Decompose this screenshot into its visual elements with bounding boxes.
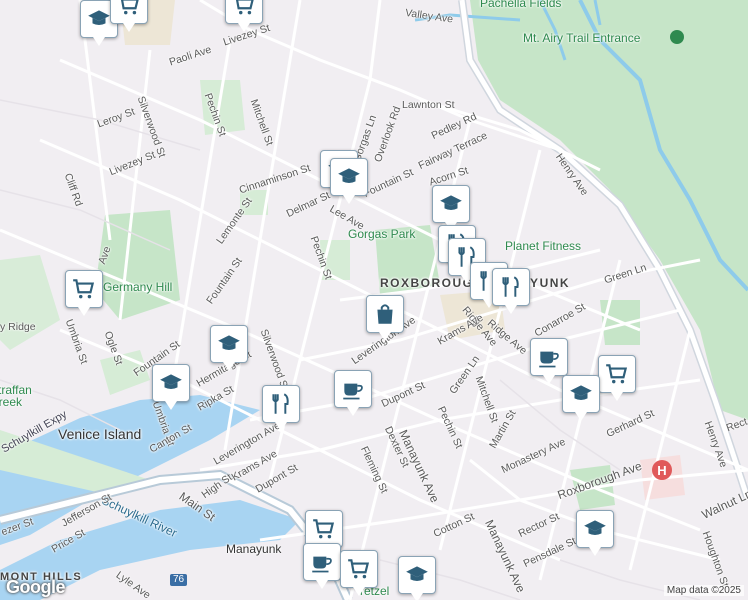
cafe-icon [312,556,332,573]
poi-pin-cart[interactable] [65,270,103,316]
label-germany-hill: Germany Hill [103,280,173,294]
school-icon [160,374,182,389]
poi-pin-restaurant[interactable] [262,385,300,431]
poi-pin-school[interactable] [330,158,368,204]
label-pachella-fields: Pachella Fields [480,0,562,10]
poi-pin-cafe[interactable] [303,543,341,589]
poi-pin-cafe[interactable] [334,370,372,416]
shopping-bag-icon [377,304,393,324]
label-rector-ridge: y Ridge [0,321,36,333]
poi-pin-cafe[interactable] [530,338,568,384]
cart-icon [73,279,95,299]
hospital-icon[interactable]: H [652,460,672,480]
poi-pin-school[interactable] [562,375,600,421]
map-canvas[interactable]: H Pachella Fields Valley Ave Mt. Airy Tr… [0,0,748,600]
map-attribution: Map data ©2025 [663,585,744,596]
label-mt-airy-trail: Mt. Airy Trail Entrance [523,31,641,45]
poi-pin-school[interactable] [152,364,190,410]
label-gorgas-park: Gorgas Park [348,227,416,241]
cart-icon [313,519,335,539]
google-logo: Google [6,577,66,597]
hospital-symbol: H [657,462,667,478]
school-icon [584,520,606,535]
poi-pin-restaurant[interactable] [492,268,530,314]
label-lawnton-st: Lawnton St [402,99,455,111]
poi-pin-cart[interactable] [110,0,148,32]
poi-pin-shopping-bag[interactable] [366,295,404,341]
label-planet-fitness: Planet Fitness [505,239,582,253]
poi-pin-school[interactable] [398,556,436,600]
poi-pin-cart[interactable] [598,355,636,401]
poi-pin-cart[interactable] [340,550,378,596]
label-straffan-creek: Straffan Creek [0,383,32,409]
school-icon [218,335,240,350]
school-icon [440,195,462,210]
cafe-icon [343,383,363,400]
school-icon [570,385,592,400]
school-icon [88,10,110,25]
poi-pin-school[interactable] [210,325,248,371]
poi-pin-school[interactable] [432,185,470,231]
label-venice-island: Venice Island [58,426,142,442]
cafe-icon [539,351,559,368]
label-manayunk: Manayunk [226,542,282,556]
label-route-76: 76 [170,574,188,586]
poi-pin-cart[interactable] [225,0,263,32]
cart-icon [348,559,370,579]
school-icon [406,566,428,581]
cart-icon [120,0,139,15]
poi-pin-school[interactable] [576,510,614,556]
restaurant-icon [502,276,519,297]
restaurant-icon [272,393,289,414]
trail-marker-icon[interactable] [670,30,684,44]
school-icon [338,168,360,183]
cart-icon [606,364,628,384]
cart-icon [235,0,254,15]
